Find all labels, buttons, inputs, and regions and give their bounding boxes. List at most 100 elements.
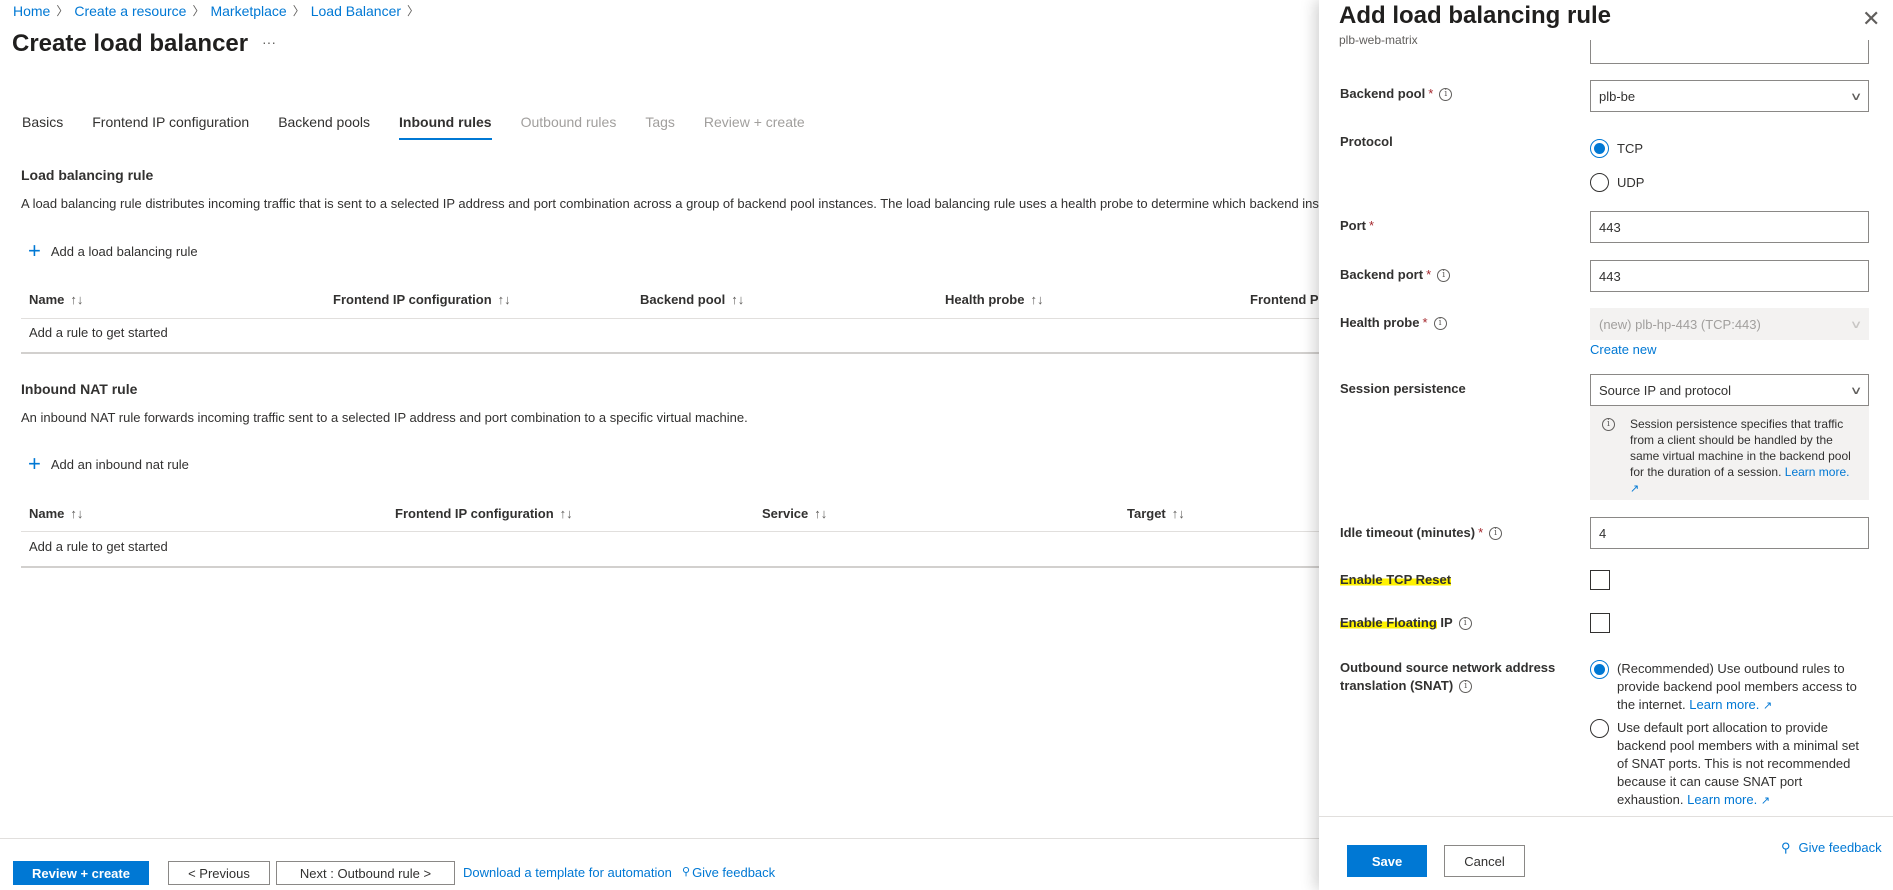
chevron-down-icon: ∨ <box>1849 90 1863 103</box>
column-header-target[interactable]: Target ↑↓ <box>1127 506 1185 521</box>
add-lb-rule-panel: Add load balancing rule plb-web-matrix ✕… <box>1319 0 1893 890</box>
breadcrumb-load-balancer[interactable]: Load Balancer <box>311 3 401 19</box>
health-probe-label: Health probe * i <box>1340 315 1447 331</box>
radio-selected-icon <box>1590 660 1609 679</box>
floating-ip-checkbox[interactable] <box>1590 613 1610 633</box>
chevron-down-icon: ∨ <box>1849 318 1863 331</box>
page-title: Create load balancer <box>12 30 249 57</box>
panel-footer-divider <box>1319 816 1893 817</box>
add-lb-rule-label: Add a load balancing rule <box>50 243 198 259</box>
idle-timeout-label: Idle timeout (minutes) * i <box>1340 525 1503 541</box>
divider <box>21 566 1319 568</box>
info-icon[interactable]: i <box>1489 527 1503 541</box>
learn-more-link[interactable]: Learn more. <box>1785 465 1850 479</box>
learn-more-link[interactable]: Learn more. <box>1689 697 1759 712</box>
session-persistence-dropdown[interactable]: Source IP and protocol ∨ <box>1590 374 1869 406</box>
snat-default-radio[interactable]: Use default port allocation to provide b… <box>1590 719 1860 810</box>
backend-pool-label: Backend pool * i <box>1340 86 1453 102</box>
chevron-down-icon: ∨ <box>1849 384 1863 397</box>
add-nat-rule-label: Add an inbound nat rule <box>50 456 189 472</box>
download-template-link[interactable]: Download a template for automation <box>463 865 672 880</box>
column-header-name[interactable]: Name ↑↓ <box>29 292 83 307</box>
tab-outbound-rules[interactable]: Outbound rules <box>521 114 617 140</box>
save-button[interactable]: Save <box>1347 845 1427 877</box>
nat-rule-heading: Inbound NAT rule <box>21 381 138 397</box>
plus-icon: + <box>28 238 41 263</box>
chevron-right-icon: 〉 <box>56 4 69 18</box>
backend-pool-dropdown[interactable]: plb-be ∨ <box>1590 80 1869 112</box>
column-header-frontend-port[interactable]: Frontend Po <box>1250 292 1327 307</box>
chevron-right-icon: 〉 <box>407 4 420 18</box>
protocol-tcp-radio[interactable]: TCP <box>1590 139 1643 158</box>
tab-inbound-rules[interactable]: Inbound rules <box>399 114 492 140</box>
more-options-icon[interactable]: ··· <box>262 34 276 50</box>
partial-input-above[interactable] <box>1590 40 1869 64</box>
lb-rule-description: A load balancing rule distributes incomi… <box>21 196 1319 211</box>
column-header-backend-pool[interactable]: Backend pool ↑↓ <box>640 292 744 307</box>
info-icon[interactable]: i <box>1439 88 1453 102</box>
empty-row-text: Add a rule to get started <box>29 539 168 554</box>
create-new-probe-link[interactable]: Create new <box>1590 342 1656 357</box>
panel-give-feedback-link[interactable]: ⚲ Give feedback <box>1781 840 1882 856</box>
backend-port-label: Backend port * i <box>1340 267 1451 283</box>
idle-timeout-input[interactable]: 4 <box>1590 517 1869 549</box>
learn-more-link[interactable]: Learn more. <box>1687 792 1757 807</box>
footer-divider <box>0 838 1319 839</box>
radio-icon <box>1590 173 1609 192</box>
sort-icon: ↑↓ <box>1030 292 1044 307</box>
snat-recommended-radio[interactable]: (Recommended) Use outbound rules to prov… <box>1590 660 1860 715</box>
review-create-button[interactable]: Review + create <box>13 861 149 885</box>
lb-rule-heading: Load balancing rule <box>21 167 154 183</box>
breadcrumb: Home 〉 Create a resource 〉 Marketplace 〉 Lo… <box>13 2 419 19</box>
add-lb-rule-button[interactable]: + Add a load balancing rule <box>28 240 198 262</box>
breadcrumb-create-resource[interactable]: Create a resource <box>74 3 186 19</box>
info-icon[interactable]: i <box>1437 269 1451 283</box>
radio-selected-icon <box>1590 139 1609 158</box>
port-input[interactable]: 443 <box>1590 211 1869 243</box>
previous-button[interactable]: < Previous <box>168 861 270 885</box>
session-persistence-info: i Session persistence specifies that tra… <box>1590 406 1869 500</box>
give-feedback-link[interactable]: ⚲ Give feedback <box>682 865 775 880</box>
next-button[interactable]: Next : Outbound rule > <box>276 861 455 885</box>
empty-row-text: Add a rule to get started <box>29 325 168 340</box>
chevron-right-icon: 〉 <box>192 4 205 18</box>
sort-icon: ↑↓ <box>70 506 84 521</box>
cancel-button[interactable]: Cancel <box>1444 845 1525 877</box>
column-header-health-probe[interactable]: Health probe ↑↓ <box>945 292 1043 307</box>
info-icon[interactable]: i <box>1458 617 1472 631</box>
tab-review-create[interactable]: Review + create <box>704 114 805 140</box>
external-link-icon: ↗ <box>1630 483 1640 495</box>
tcp-reset-label: Enable TCP Reset <box>1340 572 1452 587</box>
breadcrumb-marketplace[interactable]: Marketplace <box>210 3 286 19</box>
floating-ip-label: Enable Floating IP i <box>1340 615 1472 631</box>
column-header-frontend-ip[interactable]: Frontend IP configuration ↑↓ <box>395 506 573 521</box>
panel-subtitle: plb-web-matrix <box>1339 33 1418 47</box>
tab-tags[interactable]: Tags <box>645 114 675 140</box>
tab-basics[interactable]: Basics <box>22 114 63 140</box>
divider <box>21 352 1319 354</box>
sort-icon: ↑↓ <box>731 292 745 307</box>
info-icon[interactable]: i <box>1459 680 1473 694</box>
tab-backend-pools[interactable]: Backend pools <box>278 114 370 140</box>
health-probe-dropdown[interactable]: (new) plb-hp-443 (TCP:443) ∨ <box>1590 308 1869 340</box>
column-header-frontend-ip[interactable]: Frontend IP configuration ↑↓ <box>333 292 511 307</box>
close-icon[interactable]: ✕ <box>1862 6 1880 32</box>
backend-port-input[interactable]: 443 <box>1590 260 1869 292</box>
divider <box>21 531 1319 532</box>
info-icon[interactable]: i <box>1433 317 1447 331</box>
column-header-service[interactable]: Service ↑↓ <box>762 506 827 521</box>
feedback-icon: ⚲ <box>682 866 691 878</box>
info-icon: i <box>1602 418 1615 431</box>
breadcrumb-home[interactable]: Home <box>13 3 50 19</box>
feedback-icon: ⚲ <box>1781 840 1791 855</box>
external-link-icon: ↗ <box>1763 700 1773 712</box>
protocol-udp-radio[interactable]: UDP <box>1590 173 1644 192</box>
add-nat-rule-button[interactable]: + Add an inbound nat rule <box>28 453 189 475</box>
column-header-name[interactable]: Name ↑↓ <box>29 506 83 521</box>
tcp-reset-checkbox[interactable] <box>1590 570 1610 590</box>
sort-icon: ↑↓ <box>559 506 573 521</box>
snat-label: Outbound source network address translat… <box>1340 660 1556 694</box>
sort-icon: ↑↓ <box>70 292 84 307</box>
sort-icon: ↑↓ <box>1171 506 1185 521</box>
tab-frontend-ip[interactable]: Frontend IP configuration <box>92 114 249 140</box>
